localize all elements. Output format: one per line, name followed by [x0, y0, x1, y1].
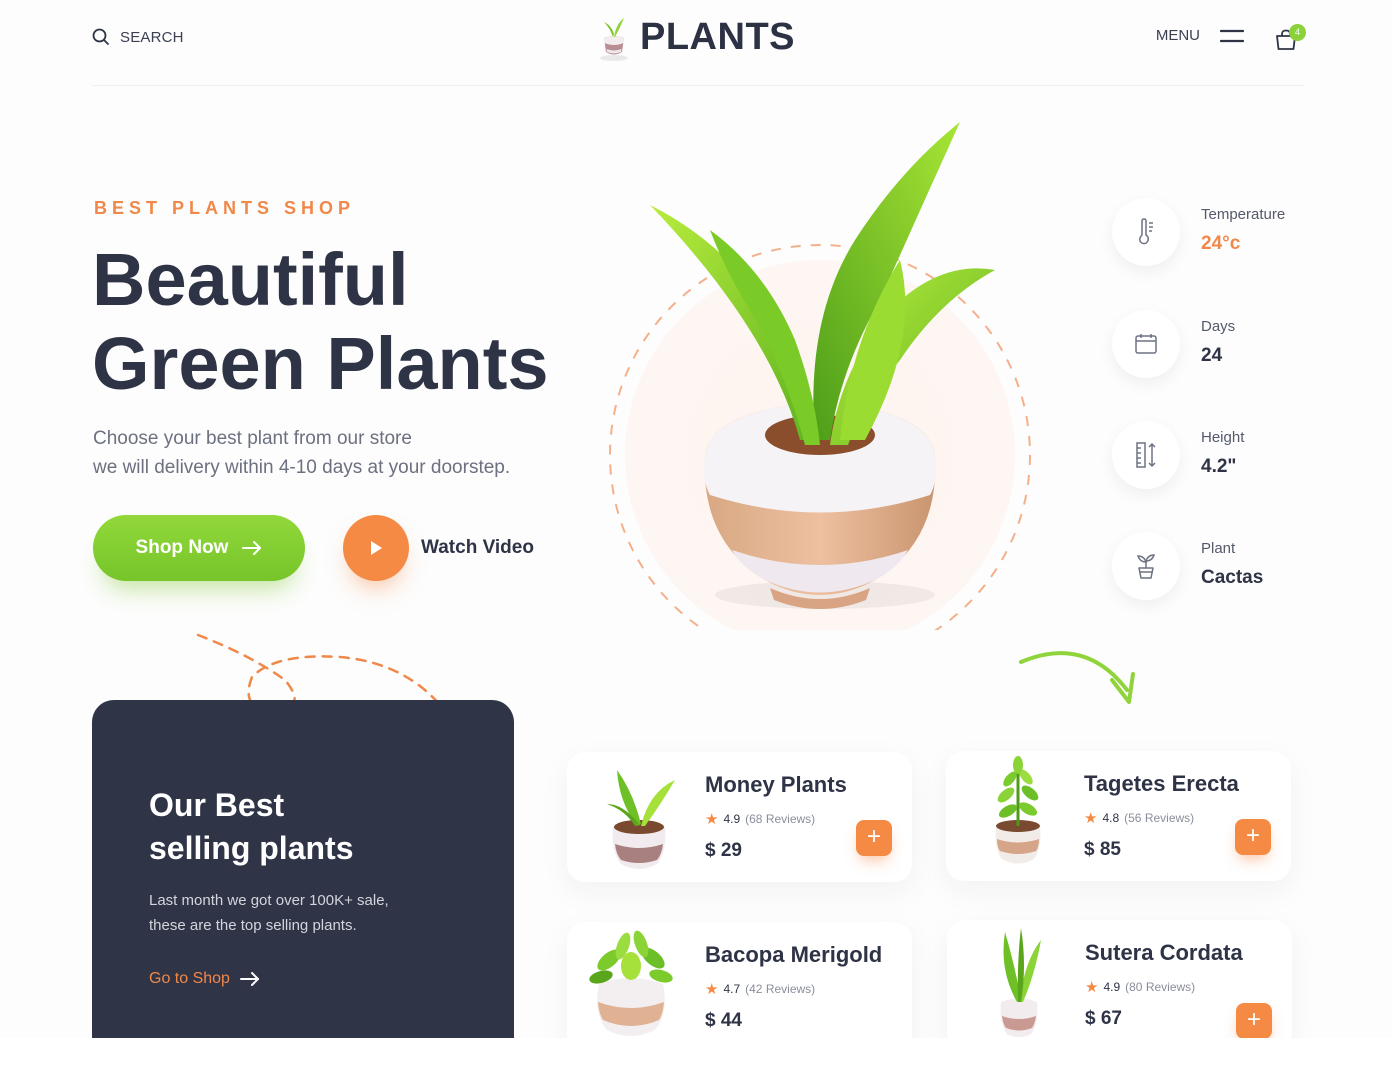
rating-value: 4.8 [1102, 811, 1120, 825]
calendar-icon [1135, 334, 1157, 354]
product-card-bacopa-merigold[interactable]: Bacopa Merigold ★ 4.7 (42 Reviews) $ 44 [567, 922, 912, 1052]
rating-value: 4.9 [723, 812, 741, 826]
logo[interactable]: PLANTS [598, 12, 795, 62]
go-to-shop-link[interactable]: Go to Shop [149, 970, 260, 988]
potted-plant-icon [1136, 554, 1156, 579]
watch-video-label: Watch Video [421, 537, 534, 558]
search-button[interactable]: SEARCH [92, 28, 184, 46]
best-selling-desc-line-2: these are the top selling plants. [149, 917, 357, 934]
ruler-height-icon [1136, 442, 1156, 468]
arrow-right-icon [239, 972, 259, 986]
search-label: SEARCH [120, 28, 184, 46]
hero-title-line-2: Green Plants [92, 322, 549, 405]
stat-days-label: Days [1201, 318, 1236, 335]
product-price: $ 44 [705, 1010, 742, 1031]
play-icon [371, 541, 382, 555]
product-name: Sutera Cordata [1085, 940, 1243, 965]
bacopa-merigold-image [589, 930, 673, 1036]
best-selling-description: Last month we got over 100K+ sale, these… [149, 888, 389, 938]
hero-plant-illustration [609, 122, 1031, 630]
stat-plant-icon-circle [1112, 532, 1180, 600]
stat-temperature: Temperature 24°c [1112, 198, 1312, 268]
review-count: (56 Reviews) [1124, 811, 1195, 825]
product-rating: ★ 4.9 (68 Reviews) [705, 810, 815, 828]
search-icon [92, 28, 109, 45]
product-rating: ★ 4.7 (42 Reviews) [705, 980, 815, 998]
hero-eyebrow: BEST PLANTS SHOP [94, 198, 356, 218]
best-selling-title: Our Best selling plants [149, 784, 353, 870]
star-icon: ★ [705, 811, 719, 828]
review-count: (42 Reviews) [745, 982, 816, 996]
page: SEARCH PLANTS MENU 4 BEST PLANTS SHOP Be… [0, 0, 1392, 1080]
product-price: $ 67 [1085, 1008, 1122, 1029]
stat-days-value: 24 [1201, 345, 1223, 366]
shop-now-label: Shop Now [135, 537, 229, 558]
product-name: Bacopa Merigold [705, 942, 883, 967]
rating-value: 4.9 [1103, 980, 1121, 994]
hero-title-line-1: Beautiful [92, 238, 409, 321]
hero-description: Choose your best plant from our store we… [93, 424, 510, 482]
logo-text: PLANTS [640, 15, 795, 58]
star-icon: ★ [1084, 810, 1098, 827]
plant-logo-icon [600, 18, 628, 61]
menu-label: MENU [1155, 27, 1200, 44]
stat-plant-label: Plant [1201, 540, 1236, 557]
hero-desc-line-1: Choose your best plant from our store [93, 428, 412, 449]
cart-count-badge: 4 [1289, 24, 1306, 41]
add-to-cart-button[interactable]: + [856, 820, 892, 856]
product-card-sutera-cordata[interactable]: Sutera Cordata ★ 4.9 (80 Reviews) $ 67 + [947, 920, 1292, 1050]
header: SEARCH PLANTS MENU 4 [92, 0, 1306, 86]
add-to-cart-button[interactable]: + [1235, 819, 1271, 855]
product-card-tagetes-erecta[interactable]: Tagetes Erecta ★ 4.8 (56 Reviews) $ 85 + [946, 751, 1291, 881]
play-button[interactable] [343, 515, 409, 581]
stat-height-value: 4.2" [1201, 456, 1237, 477]
product-price: $ 29 [705, 840, 742, 861]
review-count: (80 Reviews) [1125, 980, 1196, 994]
product-price: $ 85 [1084, 839, 1121, 860]
sutera-cordata-image [1000, 928, 1041, 1037]
product-name: Tagetes Erecta [1084, 771, 1239, 796]
stat-height-label: Height [1201, 429, 1245, 446]
product-rating: ★ 4.8 (56 Reviews) [1084, 809, 1194, 827]
add-to-cart-button[interactable]: + [1236, 1003, 1272, 1039]
rating-value: 4.7 [723, 982, 741, 996]
stat-temperature-value: 24°c [1201, 233, 1241, 254]
thermometer-icon [1139, 218, 1153, 245]
best-selling-title-line-2: selling plants [149, 830, 354, 866]
hamburger-icon [1220, 29, 1244, 42]
review-count: (68 Reviews) [745, 812, 816, 826]
star-icon: ★ [1085, 979, 1099, 996]
best-selling-title-line-1: Our Best [149, 787, 285, 823]
stat-temperature-label: Temperature [1201, 206, 1286, 223]
best-selling-desc-line-1: Last month we got over 100K+ sale, [149, 892, 389, 909]
stat-height: Height 4.2" [1112, 421, 1312, 491]
stat-height-icon-circle [1112, 421, 1180, 489]
watch-video-button[interactable]: Watch Video [343, 515, 534, 581]
menu-button[interactable]: MENU [1156, 27, 1244, 44]
hero-title: Beautiful Green Plants [92, 238, 549, 406]
stat-days-icon-circle [1112, 310, 1180, 378]
product-name: Money Plants [705, 772, 847, 797]
stat-days: Days 24 [1112, 310, 1312, 380]
star-icon: ★ [705, 981, 719, 998]
tagetes-erecta-image [995, 756, 1041, 864]
go-to-shop-label: Go to Shop [149, 970, 230, 987]
product-rating: ★ 4.9 (80 Reviews) [1085, 978, 1195, 996]
green-arrow-decoration [1019, 651, 1135, 704]
best-selling-card: Our Best selling plants Last month we go… [92, 700, 514, 1040]
cart-button[interactable]: 4 [1274, 24, 1306, 54]
money-plant-image [607, 770, 675, 869]
stat-plant-value: Cactas [1201, 567, 1264, 588]
product-card-money-plants[interactable]: Money Plants ★ 4.9 (68 Reviews) $ 29 + [567, 752, 912, 882]
page-bottom-edge [0, 1038, 1392, 1080]
hero-desc-line-2: we will delivery within 4-10 days at you… [93, 457, 511, 478]
stat-plant: Plant Cactas [1112, 532, 1312, 602]
stat-temperature-icon-circle [1112, 198, 1180, 266]
shop-now-button[interactable]: Shop Now [93, 515, 305, 581]
arrow-right-icon [242, 541, 262, 555]
